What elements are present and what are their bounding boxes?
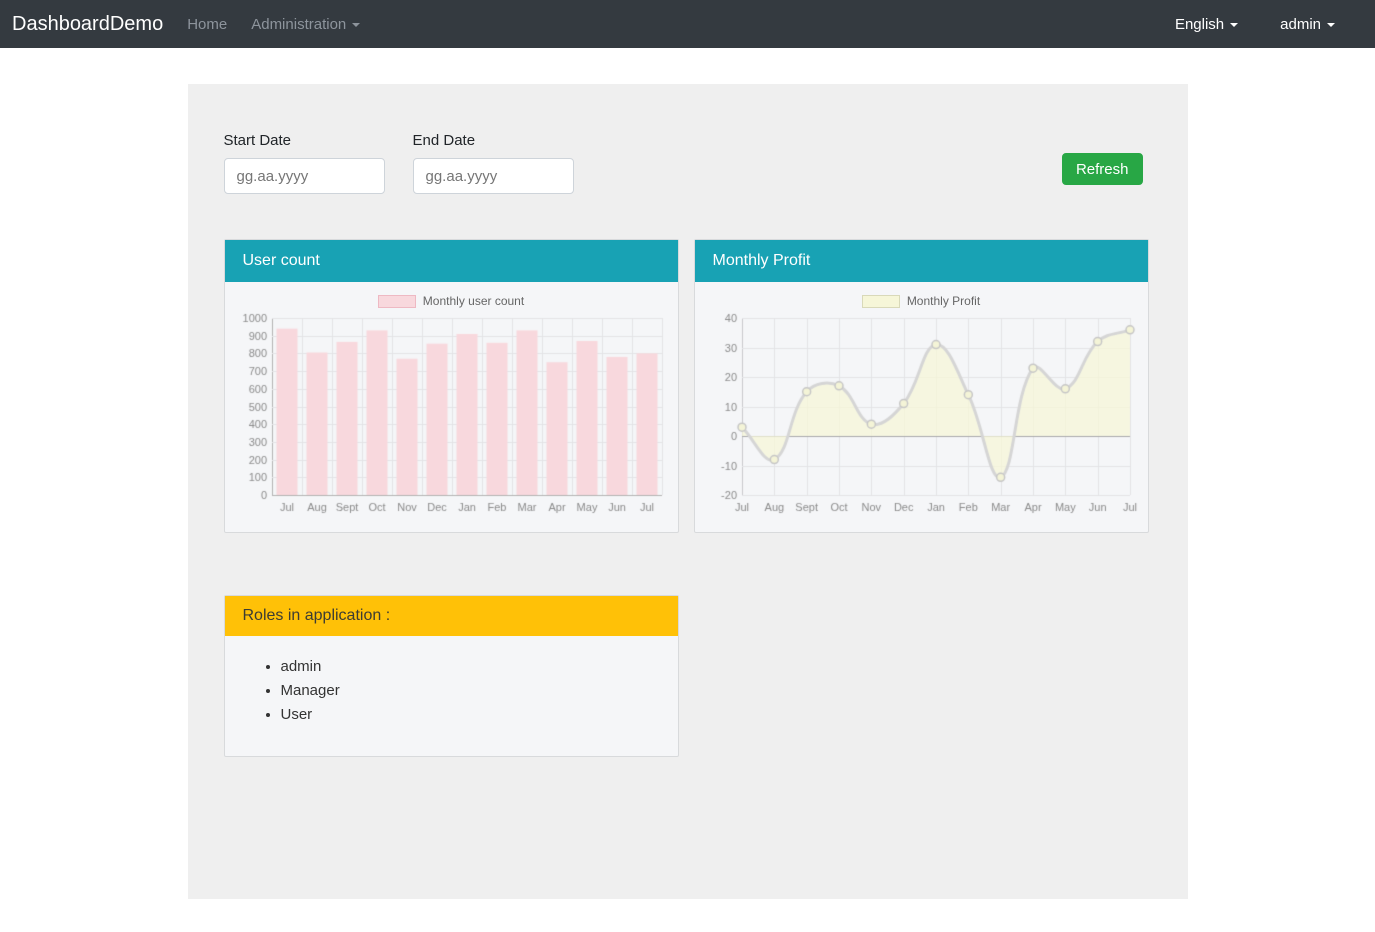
nav-item-administration[interactable]: Administration	[241, 16, 370, 33]
page: DashboardDemo Home Administration Englis…	[0, 0, 1375, 932]
role-list-item: admin	[281, 658, 662, 675]
legend-swatch-icon	[862, 295, 900, 308]
roles-panel: Roles in application : admin Manager Use…	[224, 595, 679, 757]
monthly-profit-panel-header: Monthly Profit	[695, 240, 1148, 282]
legend-swatch-icon	[378, 295, 416, 308]
filter-row: Start Date End Date Refresh	[224, 132, 1152, 194]
nav-item-administration-label: Administration	[251, 16, 346, 33]
user-dropdown[interactable]: admin	[1280, 16, 1335, 33]
language-dropdown-label: English	[1175, 16, 1224, 33]
roles-list: admin Manager User	[241, 658, 662, 723]
navbar: DashboardDemo Home Administration Englis…	[0, 0, 1375, 48]
main-container: Start Date End Date Refresh User count M…	[188, 84, 1188, 899]
monthly-profit-panel-title: Monthly Profit	[713, 252, 811, 270]
end-date-field: End Date	[413, 132, 574, 194]
monthly-profit-chart[interactable]	[705, 310, 1138, 522]
charts-row: User count Monthly user count Monthly Pr…	[224, 239, 1152, 533]
monthly-profit-panel-body: Monthly Profit	[695, 282, 1148, 532]
start-date-field: Start Date	[224, 132, 385, 194]
user-count-panel-title: User count	[243, 252, 320, 270]
role-list-item: User	[281, 706, 662, 723]
end-date-input[interactable]	[413, 158, 574, 194]
nav-links: Home Administration	[177, 16, 370, 33]
start-date-input[interactable]	[224, 158, 385, 194]
monthly-profit-legend: Monthly Profit	[705, 294, 1138, 308]
roles-panel-title: Roles in application :	[243, 607, 391, 625]
user-count-panel-header: User count	[225, 240, 678, 282]
role-list-item: Manager	[281, 682, 662, 699]
monthly-profit-legend-label: Monthly Profit	[907, 294, 980, 308]
language-dropdown[interactable]: English	[1175, 16, 1238, 33]
chevron-down-icon	[1327, 23, 1335, 27]
nav-item-home[interactable]: Home	[177, 16, 237, 33]
user-count-panel: User count Monthly user count	[224, 239, 679, 533]
user-count-panel-body: Monthly user count	[225, 282, 678, 532]
chevron-down-icon	[1230, 23, 1238, 27]
end-date-label: End Date	[413, 132, 574, 149]
nav-right: English admin	[1175, 16, 1335, 33]
start-date-label: Start Date	[224, 132, 385, 149]
user-count-chart[interactable]	[235, 310, 668, 522]
chevron-down-icon	[352, 23, 360, 27]
refresh-button[interactable]: Refresh	[1062, 153, 1143, 185]
roles-panel-header: Roles in application :	[225, 596, 678, 636]
user-count-legend-label: Monthly user count	[423, 294, 524, 308]
roles-panel-body: admin Manager User	[225, 636, 678, 756]
brand-link[interactable]: DashboardDemo	[12, 13, 163, 36]
monthly-profit-panel: Monthly Profit Monthly Profit	[694, 239, 1149, 533]
user-count-legend: Monthly user count	[235, 294, 668, 308]
user-dropdown-label: admin	[1280, 16, 1321, 33]
